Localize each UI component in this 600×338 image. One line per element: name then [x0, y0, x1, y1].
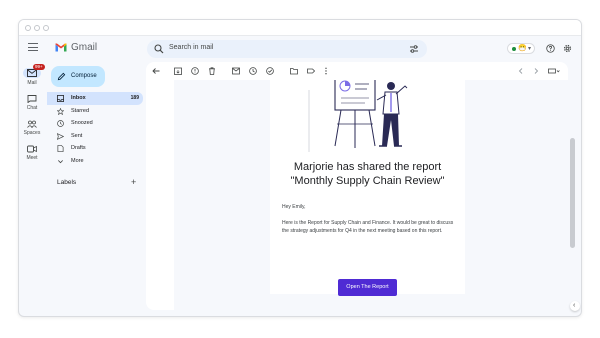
rail-label-meet: Meet: [26, 155, 38, 161]
email-headline-line1: Marjorie has shared the report: [293, 161, 442, 173]
mail-unread-badge: 99+: [33, 64, 45, 70]
browser-window: Gmail Search in mail 😷 ▾ 99+ Mail Chat S…: [18, 19, 582, 317]
sidebar-item-snoozed[interactable]: Snoozed: [47, 117, 143, 130]
search-icon[interactable]: [154, 44, 164, 54]
window-minimize-dot[interactable]: [34, 25, 40, 31]
presentation-illustration: [308, 80, 408, 152]
gear-icon[interactable]: [563, 44, 572, 53]
inbox-icon: [57, 95, 64, 102]
window-close-dot[interactable]: [25, 25, 31, 31]
delete-icon[interactable]: [208, 67, 216, 75]
chat-icon: [27, 95, 37, 103]
mail-folders: Inbox 189 Starred Snoozed Sent Drafts Mo…: [47, 92, 143, 167]
add-task-icon[interactable]: [266, 67, 274, 75]
sidebar-item-starred[interactable]: Starred: [47, 105, 143, 118]
compose-button[interactable]: Compose: [51, 66, 105, 87]
sidebar-label-more: More: [71, 157, 84, 164]
pencil-icon: [57, 72, 66, 81]
chevron-down-icon: [58, 159, 63, 163]
mail-icon: [27, 69, 37, 77]
email-headline-line2: "Monthly Supply Chain Review": [290, 175, 445, 187]
chevron-down-icon: ▾: [528, 46, 532, 52]
hide-side-panel-button[interactable]: ‹: [570, 301, 580, 311]
compose-label: Compose: [71, 73, 97, 79]
send-icon: [57, 132, 64, 140]
search-input[interactable]: Search in mail: [169, 44, 213, 51]
label-icon[interactable]: [307, 67, 315, 75]
chevron-left-icon: ‹: [573, 302, 576, 309]
email-toolbar: [146, 62, 568, 80]
email-headline: Marjorie has shared the report "Monthly …: [270, 160, 465, 188]
rail-item-spaces[interactable]: Spaces: [19, 120, 45, 136]
back-arrow-icon[interactable]: [152, 67, 160, 75]
rail-item-meet[interactable]: Meet: [19, 145, 45, 161]
spaces-icon: [27, 120, 37, 128]
snooze-icon[interactable]: [249, 67, 257, 75]
window-titlebar: [19, 20, 581, 36]
email-card: Marjorie has shared the report "Monthly …: [270, 80, 465, 296]
rail-label-spaces: Spaces: [23, 130, 41, 136]
rail-item-chat[interactable]: Chat: [19, 95, 45, 111]
input-tools-icon[interactable]: [548, 67, 560, 75]
email-scrollbar[interactable]: [570, 138, 575, 248]
report-spam-icon[interactable]: [191, 67, 199, 75]
app-brand[interactable]: Gmail: [71, 42, 97, 53]
add-label-button[interactable]: +: [131, 177, 136, 187]
rail-label-chat: Chat: [26, 105, 38, 111]
sidebar-label-inbox: Inbox: [71, 95, 86, 101]
email-body-text: Here is the Report for Supply Chain and …: [282, 220, 454, 234]
window-maximize-dot[interactable]: [43, 25, 49, 31]
labels-heading: Labels: [57, 179, 77, 186]
app-header: Gmail Search in mail 😷 ▾: [19, 36, 581, 62]
video-camera-icon: [27, 145, 37, 153]
sidebar-item-inbox[interactable]: Inbox 189: [47, 92, 143, 105]
chevron-left-icon[interactable]: [517, 67, 525, 75]
search-options-icon[interactable]: [409, 44, 419, 54]
gmail-logo-icon: [55, 43, 67, 52]
rail-item-mail[interactable]: 99+ Mail: [19, 64, 45, 86]
star-icon: [57, 107, 64, 115]
rail-label-mail: Mail: [27, 80, 37, 86]
help-icon[interactable]: [546, 44, 555, 53]
move-to-icon[interactable]: [290, 67, 298, 75]
status-active-dot: [512, 47, 516, 51]
sidebar-label-snoozed: Snoozed: [71, 120, 93, 126]
sidebar-label-sent: Sent: [71, 132, 83, 139]
sidebar-label-starred: Starred: [71, 107, 90, 114]
sidebar-item-more[interactable]: More: [47, 155, 143, 168]
draft-icon: [57, 145, 64, 152]
sidebar-item-drafts[interactable]: Drafts: [47, 142, 143, 155]
clock-icon: [57, 120, 64, 127]
email-view: Marjorie has shared the report "Monthly …: [146, 62, 568, 310]
email-greeting: Hey Emily,: [282, 204, 306, 210]
open-report-button[interactable]: Open The Report: [338, 279, 397, 296]
archive-icon[interactable]: [174, 67, 182, 75]
status-selector[interactable]: 😷 ▾: [507, 43, 535, 54]
sidebar-item-sent[interactable]: Sent: [47, 130, 143, 143]
inbox-count: 189: [130, 95, 139, 101]
main-menu-icon[interactable]: [28, 43, 38, 51]
app-rail: 99+ Mail Chat Spaces Meet: [19, 62, 45, 316]
status-emoji-icon: 😷: [518, 45, 527, 52]
sidebar-label-drafts: Drafts: [71, 145, 86, 151]
search-bar[interactable]: Search in mail: [147, 40, 427, 58]
chevron-right-icon[interactable]: [532, 67, 540, 75]
mark-unread-icon[interactable]: [232, 67, 240, 75]
more-vert-icon[interactable]: [322, 67, 330, 75]
